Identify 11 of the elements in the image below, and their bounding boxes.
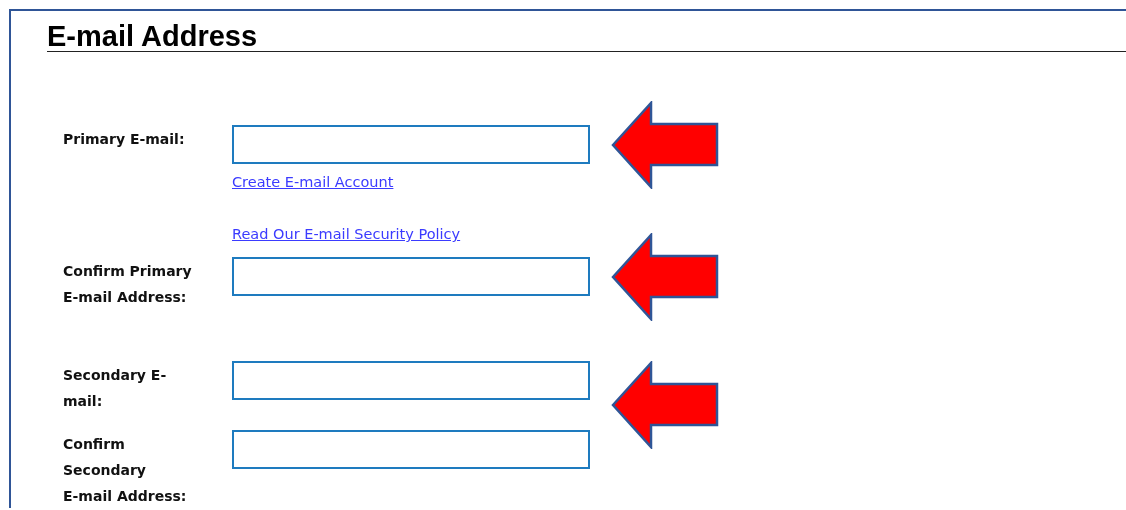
field-label: Confirm Secondary E-mail Address: <box>63 435 188 506</box>
field-label: Primary E-mail: <box>63 130 186 149</box>
email-field[interactable] <box>232 257 590 296</box>
section-title: E-mail Address <box>47 11 1126 52</box>
email-field[interactable] <box>232 125 590 164</box>
email-field[interactable] <box>232 361 590 400</box>
email-field[interactable] <box>232 430 590 469</box>
field-label: Secondary E- mail: <box>63 366 168 411</box>
field-label: Confirm Primary E-mail Address: <box>63 262 193 307</box>
link[interactable]: Create E-mail Account <box>232 174 394 190</box>
link[interactable]: Read Our E-mail Security Policy <box>232 226 461 242</box>
